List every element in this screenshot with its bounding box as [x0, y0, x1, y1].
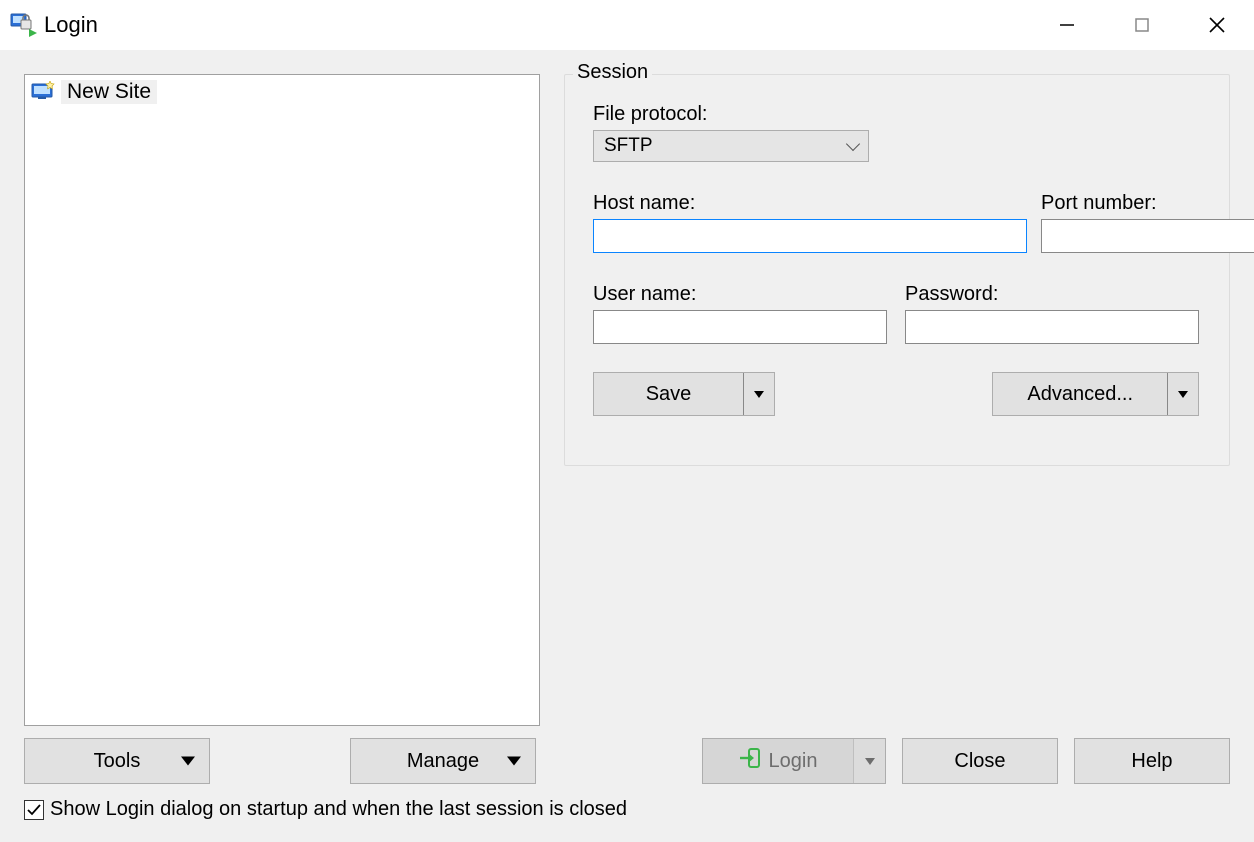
- port-number-wrap: ▲ ▼: [1041, 219, 1199, 253]
- startup-checkbox-label: Show Login dialog on startup and when th…: [50, 798, 627, 821]
- login-arrow-icon: [739, 747, 761, 775]
- user-name-label: User name:: [593, 283, 887, 306]
- save-button[interactable]: Save: [593, 372, 775, 416]
- save-button-dropdown[interactable]: [744, 373, 774, 415]
- login-button-dropdown[interactable]: [853, 739, 885, 783]
- file-protocol-field: File protocol: SFTP: [593, 103, 1199, 162]
- close-window-button[interactable]: [1179, 0, 1254, 50]
- window-controls: [1029, 0, 1254, 50]
- credentials-row: User name: Password:: [593, 283, 1199, 344]
- host-name-input[interactable]: [593, 219, 1027, 253]
- top-area: New Site Session File protocol: SFTP Hos…: [0, 50, 1254, 726]
- host-name-field: Host name:: [593, 192, 1027, 253]
- close-button-label: Close: [954, 750, 1005, 773]
- startup-checkbox[interactable]: [24, 800, 44, 820]
- site-list[interactable]: New Site: [24, 74, 540, 726]
- triangle-down-icon: [754, 391, 764, 398]
- triangle-down-icon: [865, 758, 875, 765]
- login-button[interactable]: Login: [702, 738, 886, 784]
- save-button-label: Save: [594, 373, 744, 415]
- title-bar-left: Login: [10, 11, 98, 39]
- login-button-label: Login: [769, 750, 818, 773]
- port-number-field: Port number: ▲ ▼: [1041, 192, 1199, 253]
- advanced-button-label: Advanced...: [993, 373, 1168, 415]
- window-title: Login: [44, 12, 98, 38]
- checkmark-icon: [26, 802, 42, 818]
- password-field: Password:: [905, 283, 1199, 344]
- user-name-field: User name:: [593, 283, 887, 344]
- host-port-row: Host name: Port number: ▲ ▼: [593, 192, 1199, 253]
- manage-button[interactable]: Manage: [350, 738, 536, 784]
- tools-button[interactable]: Tools: [24, 738, 210, 784]
- file-protocol-label: File protocol:: [593, 103, 1199, 126]
- password-label: Password:: [905, 283, 1199, 306]
- advanced-button-dropdown[interactable]: [1168, 373, 1198, 415]
- maximize-button[interactable]: [1104, 0, 1179, 50]
- app-icon: [10, 11, 38, 39]
- site-list-item-new[interactable]: New Site: [27, 77, 537, 107]
- startup-checkbox-row[interactable]: Show Login dialog on startup and when th…: [24, 798, 627, 821]
- login-button-main: Login: [703, 747, 853, 775]
- session-button-row: Save Advanced...: [593, 372, 1199, 416]
- close-button[interactable]: Close: [902, 738, 1058, 784]
- session-groupbox: Session File protocol: SFTP Host name: P…: [564, 74, 1230, 466]
- password-input[interactable]: [905, 310, 1199, 344]
- host-name-label: Host name:: [593, 192, 1027, 215]
- monitor-star-icon: [31, 81, 55, 103]
- session-legend: Session: [573, 61, 652, 84]
- help-button-label: Help: [1131, 750, 1172, 773]
- file-protocol-value: SFTP: [604, 135, 653, 157]
- help-button[interactable]: Help: [1074, 738, 1230, 784]
- advanced-button[interactable]: Advanced...: [992, 372, 1199, 416]
- chevron-down-icon: [846, 137, 860, 151]
- minimize-button[interactable]: [1029, 0, 1104, 50]
- port-number-input[interactable]: [1041, 219, 1254, 253]
- triangle-down-icon: [181, 757, 195, 766]
- site-item-label: New Site: [61, 80, 157, 104]
- manage-button-label: Manage: [407, 750, 479, 773]
- bottom-button-row: Tools Manage Login: [24, 738, 1230, 784]
- title-bar: Login: [0, 0, 1254, 50]
- port-number-label: Port number:: [1041, 192, 1199, 215]
- file-protocol-select[interactable]: SFTP: [593, 130, 869, 162]
- client-area: New Site Session File protocol: SFTP Hos…: [0, 50, 1254, 842]
- user-name-input[interactable]: [593, 310, 887, 344]
- triangle-down-icon: [507, 757, 521, 766]
- tools-button-label: Tools: [94, 750, 141, 773]
- triangle-down-icon: [1178, 391, 1188, 398]
